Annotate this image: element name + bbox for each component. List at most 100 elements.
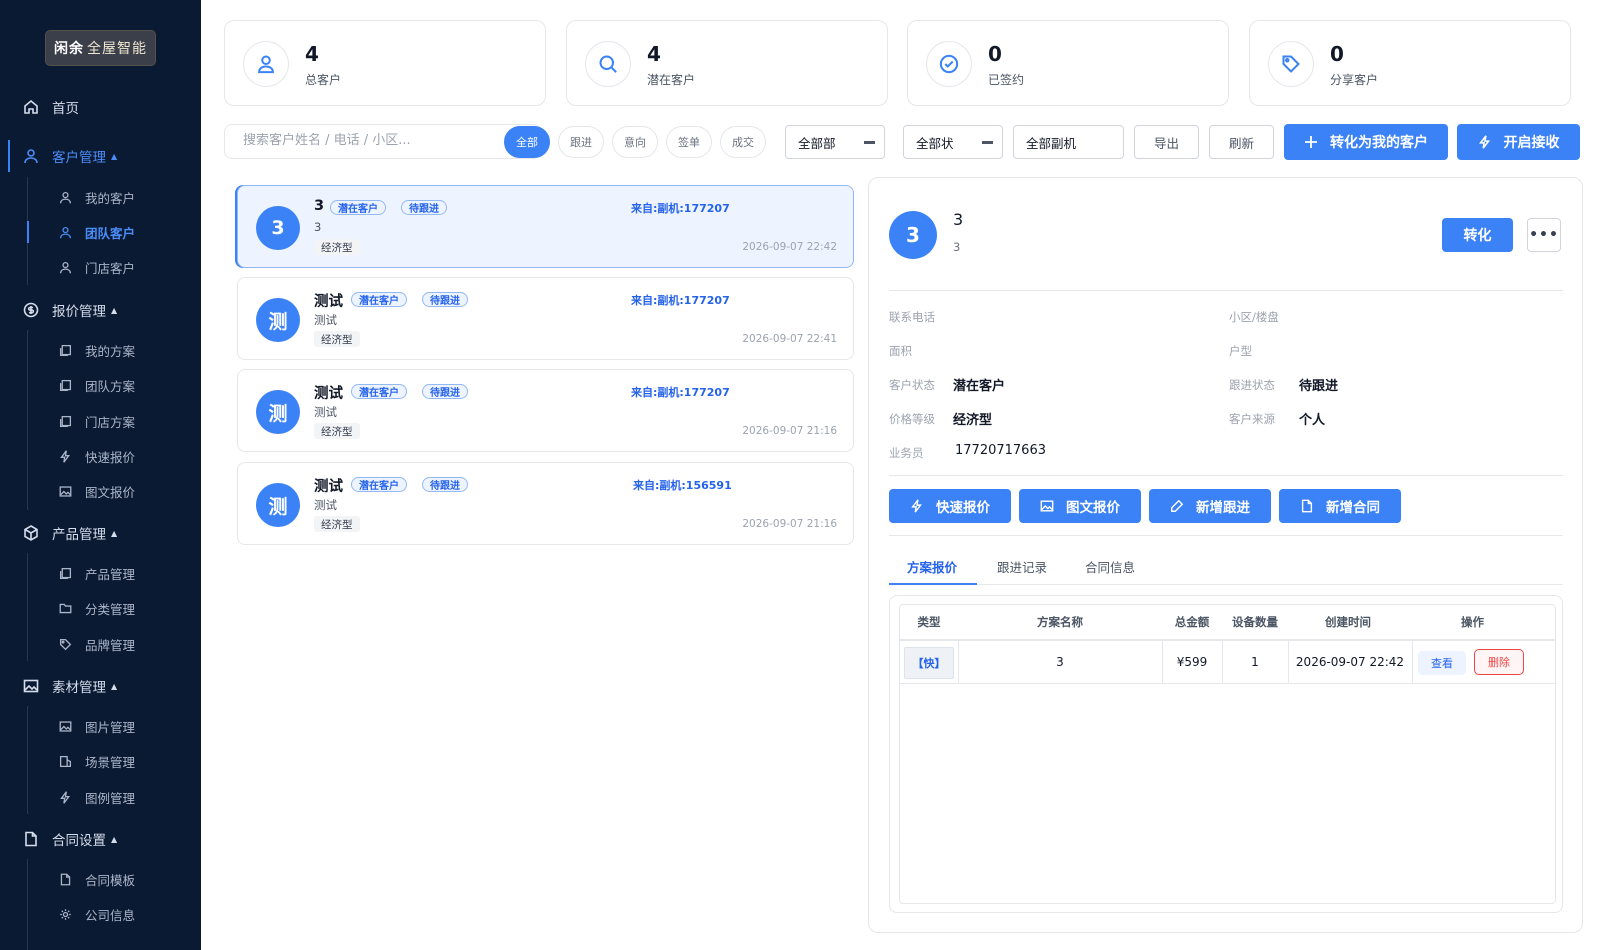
convert-to-mine-label: 转化为我的客户	[1330, 135, 1428, 151]
price-level-badge: 经济型	[314, 516, 360, 532]
stat-number: 0	[1330, 42, 1344, 66]
detail-avatar: 3	[889, 211, 937, 259]
nav-team-plans[interactable]: 团队方案	[0, 370, 201, 400]
nav-brands[interactable]: 品牌管理	[0, 629, 201, 659]
add-contract-button[interactable]: 新增合同	[1279, 489, 1401, 523]
price-level-badge: 经济型	[314, 331, 360, 347]
convert-button[interactable]: 转化	[1442, 218, 1513, 252]
customer-avatar: 测	[256, 390, 300, 434]
status-badge: 潜在客户	[351, 384, 407, 399]
divider	[889, 475, 1563, 476]
customer-time: 2026-09-07 22:41	[742, 333, 837, 345]
customer-time: 2026-09-07 21:16	[742, 518, 837, 530]
filter-pill-follow[interactable]: 跟进	[558, 126, 604, 158]
customer-card[interactable]: 测 测试 潜在客户 待跟进 测试 经济型 来自:副机:156591 2026-0…	[237, 462, 854, 545]
table-header-divider	[900, 639, 1555, 641]
plan-name: 3	[1056, 655, 1064, 669]
customer-card[interactable]: 测 测试 潜在客户 待跟进 测试 经济型 来自:副机:177207 2026-0…	[237, 369, 854, 452]
nav-quote-management[interactable]: 报价管理 ▲	[0, 292, 201, 328]
nav-store-customers[interactable]: 门店客户	[0, 252, 201, 282]
more-options-button[interactable]: •••	[1527, 218, 1561, 252]
dept-select[interactable]: 全部部	[785, 125, 885, 159]
nav-home[interactable]: 首页	[0, 89, 201, 125]
nav-contract-templates[interactable]: 合同模板	[0, 864, 201, 894]
tab-contract-info[interactable]: 合同信息	[1085, 557, 1135, 587]
file-icon	[58, 872, 73, 887]
source-label: 客户来源	[1229, 412, 1275, 426]
quick-quote-button[interactable]: 快速报价	[889, 489, 1011, 523]
nav-material-management[interactable]: 素材管理 ▲	[0, 668, 201, 704]
search-box[interactable]	[224, 124, 541, 159]
nav-my-customers[interactable]: 我的客户	[0, 182, 201, 212]
tag-icon	[58, 637, 73, 652]
lightning-icon	[1478, 135, 1490, 149]
status-label: 客户状态	[889, 378, 935, 392]
active-tab-indicator	[889, 583, 977, 585]
nav-home-label: 首页	[52, 101, 79, 117]
user-icon	[243, 41, 289, 87]
sub-label: 团队客户	[85, 225, 136, 241]
convert-to-mine-button[interactable]: 转化为我的客户	[1284, 124, 1448, 160]
refresh-button[interactable]: 刷新	[1209, 125, 1274, 159]
view-plan-button[interactable]: 查看	[1418, 651, 1466, 675]
column-divider	[1412, 641, 1413, 683]
nav-contract-settings[interactable]: 合同设置 ▲	[0, 821, 201, 857]
stat-label: 已签约	[988, 73, 1025, 87]
source-select[interactable]: 全部副机	[1013, 125, 1124, 159]
customer-card[interactable]: 测 测试 潜在客户 待跟进 测试 经济型 来自:副机:177207 2026-0…	[237, 277, 854, 360]
follow-badge: 待跟进	[422, 477, 468, 492]
nav-scenes[interactable]: 场景管理	[0, 746, 201, 776]
customer-name: 测试	[314, 386, 343, 402]
sub-label: 公司信息	[85, 907, 136, 923]
customer-subtitle: 3	[314, 220, 322, 234]
sub-label: 快速报价	[85, 449, 136, 465]
nav-quick-quote[interactable]: 快速报价	[0, 441, 201, 471]
customer-source: 来自:副机:177207	[631, 386, 730, 399]
nav-my-plans[interactable]: 我的方案	[0, 335, 201, 365]
nav-team-customers[interactable]: 团队客户	[0, 217, 201, 247]
customer-card[interactable]: 3 3 潜在客户 待跟进 3 经济型 来自:副机:177207 2026-09-…	[237, 185, 854, 268]
nav-legends[interactable]: 图例管理	[0, 782, 201, 812]
nav-product-management[interactable]: 产品管理 ▲	[0, 515, 201, 551]
nav-company-info[interactable]: 公司信息	[0, 899, 201, 929]
customer-avatar: 测	[256, 483, 300, 527]
stat-label: 潜在客户	[647, 73, 696, 87]
image-quote-button[interactable]: 图文报价	[1019, 489, 1141, 523]
nav-products[interactable]: 产品管理	[0, 558, 201, 588]
table-header-created: 创建时间	[1325, 615, 1371, 629]
image-icon	[58, 484, 73, 499]
filter-pill-intent[interactable]: 意向	[612, 126, 658, 158]
sub-label: 团队方案	[85, 378, 136, 394]
customer-time: 2026-09-07 21:16	[742, 425, 837, 437]
filter-pill-all[interactable]: 全部	[504, 126, 550, 158]
filter-pill-deal[interactable]: 成交	[720, 126, 766, 158]
dropdown-icon	[864, 141, 875, 144]
start-receive-button[interactable]: 开启接收	[1457, 124, 1580, 160]
customer-source: 来自:副机:177207	[631, 202, 730, 215]
stat-number: 4	[647, 42, 661, 66]
nav-store-plans[interactable]: 门店方案	[0, 406, 201, 436]
tab-followup-records[interactable]: 跟进记录	[997, 557, 1047, 587]
brand-logo[interactable]: 闲余 全屋智能	[45, 30, 156, 66]
add-followup-button[interactable]: 新增跟进	[1149, 489, 1271, 523]
lightning-icon	[58, 449, 73, 464]
table-header-actions: 操作	[1461, 615, 1484, 629]
nav-customer-management[interactable]: 客户管理 ▲	[0, 138, 201, 174]
customer-name: 测试	[314, 294, 343, 310]
status-select[interactable]: 全部状	[903, 125, 1003, 159]
nav-categories[interactable]: 分类管理	[0, 593, 201, 623]
image-icon	[22, 677, 40, 695]
follow-badge: 待跟进	[422, 292, 468, 307]
filter-pill-signing[interactable]: 签单	[666, 126, 712, 158]
nav-image-quote[interactable]: 图文报价	[0, 476, 201, 506]
customer-name: 测试	[314, 479, 343, 495]
search-input[interactable]	[243, 133, 493, 148]
plan-table-container: 类型 方案名称 总金额 设备数量 创建时间 操作 【快】 3 ¥599 1 20…	[889, 595, 1563, 913]
nav-images[interactable]: 图片管理	[0, 711, 201, 741]
tab-divider	[889, 584, 1563, 585]
export-button[interactable]: 导出	[1134, 125, 1199, 159]
edit-icon	[1171, 499, 1184, 512]
caret-up-icon: ▲	[111, 681, 118, 691]
stat-number: 0	[988, 42, 1002, 66]
delete-plan-button[interactable]: 删除	[1474, 649, 1524, 675]
